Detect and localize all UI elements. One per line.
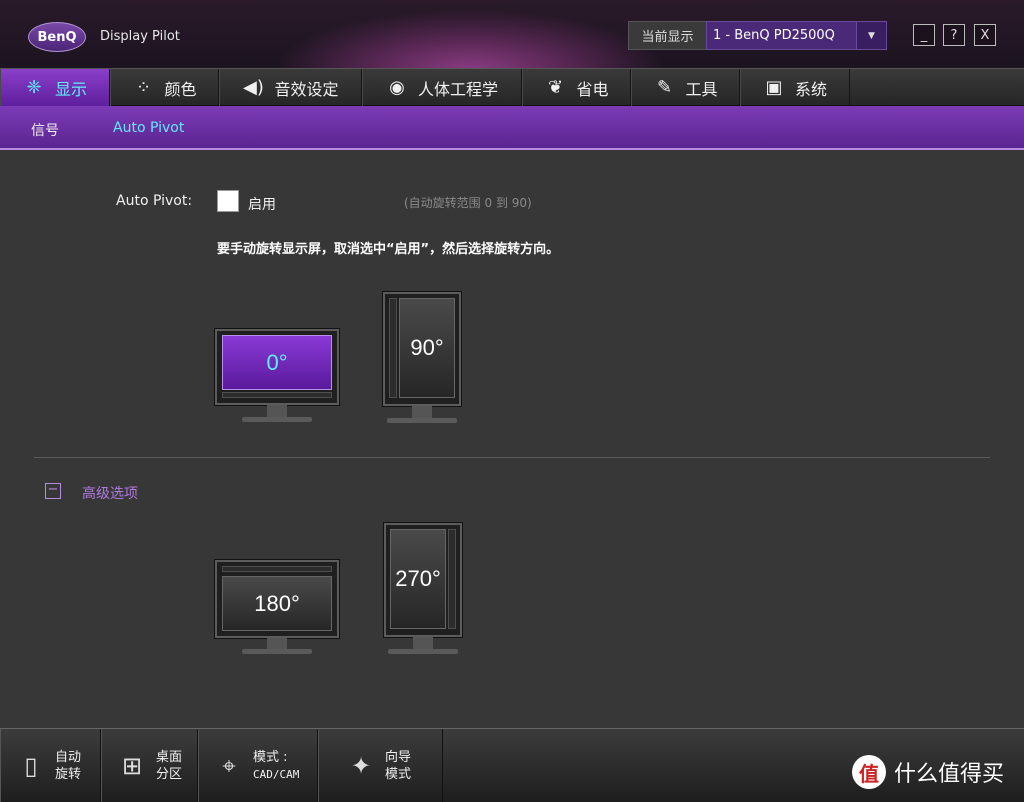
desktop-partition-line2: 分区 (156, 767, 183, 782)
wizard-mode-line2: 模式 (385, 767, 412, 782)
wizard-mode-line1: 向导 (385, 750, 412, 765)
range-note: (自动旋转范围 0 到 90) (404, 196, 532, 210)
system-icon: ▣ (765, 77, 783, 98)
rotation-90-label: 90° (399, 298, 455, 398)
app-name: Display Pilot (100, 29, 180, 44)
advanced-options-toggle[interactable]: 高级选项 (82, 483, 138, 503)
tab-display[interactable]: ❈ 显示 (0, 69, 110, 106)
wrench-icon: ✎ (656, 77, 673, 98)
subtab-signal[interactable]: 信号 (31, 120, 59, 140)
rotation-180-button[interactable]: 180° (215, 560, 339, 654)
tab-label: 显示 (54, 79, 87, 99)
wizard-mode-button[interactable]: ✦ 向导 模式 (318, 729, 443, 802)
desktop-partition-button[interactable]: ⊞ 桌面 分区 (101, 729, 198, 802)
tab-label: 系统 (794, 79, 827, 99)
auto-rotate-line1: 自动 (55, 750, 82, 765)
cad-cam-mode-button[interactable]: ⌖ 模式 : CAD/CAM (198, 729, 318, 802)
tab-label: 工具 (685, 79, 718, 99)
wizard-mode-label: 向导 模式 (385, 749, 411, 783)
close-button[interactable]: X (974, 24, 996, 46)
rotation-0-button[interactable]: 0° (215, 329, 339, 423)
tab-power-saving[interactable]: ❦ 省电 (522, 69, 631, 106)
auto-pivot-label: Auto Pivot: (116, 193, 193, 209)
section-divider (34, 457, 990, 458)
chevron-down-icon[interactable]: ▼ (856, 22, 886, 49)
tab-label: 人体工程学 (417, 79, 498, 99)
auto-pivot-enable-checkbox[interactable] (217, 190, 239, 212)
collapse-icon[interactable]: − (45, 483, 61, 499)
help-button[interactable]: ? (943, 24, 965, 46)
cad-cam-line2: CAD/CAM (253, 768, 300, 781)
rotation-180-label: 180° (222, 576, 332, 631)
tab-system[interactable]: ▣ 系统 (740, 69, 850, 106)
auto-rotate-button[interactable]: ▯ 自动 旋转 (0, 729, 101, 802)
instruction-text: 要手动旋转显示屏，取消选中“启用”，然后选择旋转方向。 (217, 242, 560, 257)
benq-logo: BenQ (28, 22, 86, 52)
current-display-label: 当前显示 (628, 21, 706, 50)
tab-label: 音效设定 (274, 79, 339, 99)
tab-label: 省电 (576, 79, 609, 99)
rotation-0-label: 0° (222, 335, 332, 390)
cad-cam-icon: ⌖ (222, 752, 236, 780)
rotation-270-button[interactable]: 270° (384, 523, 462, 655)
leaf-icon: ❦ (547, 77, 564, 98)
rotation-270-label: 270° (390, 529, 446, 629)
desktop-partition-icon: ⊞ (121, 752, 143, 780)
subtab-auto-pivot[interactable]: Auto Pivot (113, 120, 184, 136)
display-icon: ❈ (26, 77, 42, 98)
enable-label: 启用 (248, 197, 276, 213)
portrait-monitor-icon: ▯ (24, 752, 38, 780)
display-select-value: 1 - BenQ PD2500Q (713, 28, 835, 43)
desktop-partition-label: 桌面 分区 (156, 749, 182, 783)
tab-ergonomics[interactable]: ◉ 人体工程学 (362, 69, 522, 106)
cad-cam-label: 模式 : CAD/CAM (253, 749, 299, 783)
wizard-wand-icon: ✦ (350, 752, 372, 780)
desktop-partition-line1: 桌面 (156, 750, 183, 765)
color-icon: ⁘ (135, 77, 152, 98)
title-bar: BenQ Display Pilot 当前显示 1 - BenQ PD2500Q… (0, 0, 1024, 68)
auto-rotate-line2: 旋转 (55, 767, 82, 782)
main-tabs: ❈ 显示 ⁘ 颜色 ◀) 音效设定 ◉ 人体工程学 ❦ 省电 ✎ 工具 ▣ 系统 (0, 68, 1024, 106)
tab-color[interactable]: ⁘ 颜色 (110, 69, 219, 106)
cad-cam-line1: 模式 : (253, 750, 288, 765)
display-select[interactable]: 1 - BenQ PD2500Q ▼ (706, 21, 887, 50)
auto-rotate-label: 自动 旋转 (55, 749, 81, 783)
eye-icon: ◉ (389, 77, 405, 98)
minimize-button[interactable]: _ (913, 24, 935, 46)
tab-label: 颜色 (164, 79, 197, 99)
watermark-text: 什么值得买 (894, 762, 1005, 787)
tab-tools[interactable]: ✎ 工具 (631, 69, 740, 106)
sub-tabs: 信号 Auto Pivot (0, 106, 1024, 150)
rotation-90-button[interactable]: 90° (383, 292, 461, 424)
content-panel: Auto Pivot: 启用 (自动旋转范围 0 到 90) 要手动旋转显示屏，… (0, 150, 1024, 728)
speaker-icon: ◀) (243, 77, 264, 98)
watermark-badge: 值 (852, 755, 886, 789)
watermark: 值 什么值得买 (852, 755, 1004, 789)
tab-audio[interactable]: ◀) 音效设定 (219, 69, 362, 106)
